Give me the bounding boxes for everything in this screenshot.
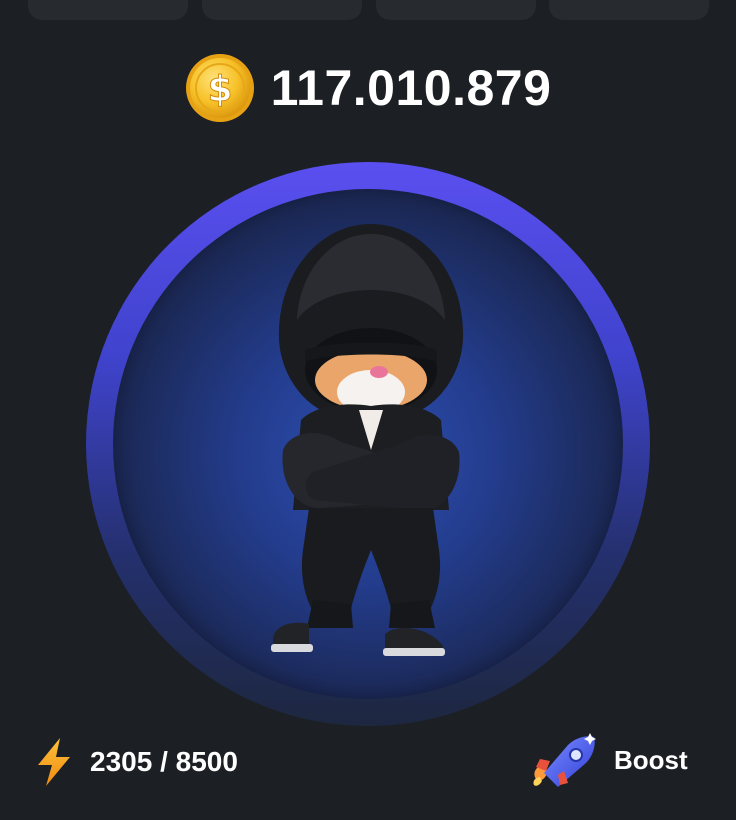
top-cards-row <box>28 0 709 20</box>
top-card[interactable] <box>202 0 362 20</box>
top-card[interactable] <box>549 0 709 20</box>
coin-icon: $ <box>185 54 254 122</box>
boost-label: Boost <box>614 744 688 775</box>
balance-display: $ 117.010.879 <box>0 50 736 126</box>
app-screen: $ 117.010.879 2305 / 8500 Boost <box>0 0 736 820</box>
energy-value: 2305 / 8500 <box>90 746 238 777</box>
balance-value: 117.010.879 <box>270 60 552 116</box>
lightning-icon <box>38 738 70 786</box>
top-card[interactable] <box>28 0 188 20</box>
top-card[interactable] <box>376 0 536 20</box>
hooded-hamster-character[interactable] <box>261 220 481 672</box>
boost-button[interactable]: Boost <box>528 730 688 790</box>
svg-text:$: $ <box>207 69 232 110</box>
rocket-icon <box>533 733 596 787</box>
tap-circle[interactable] <box>86 162 650 726</box>
energy-indicator: 2305 / 8500 <box>34 736 238 788</box>
